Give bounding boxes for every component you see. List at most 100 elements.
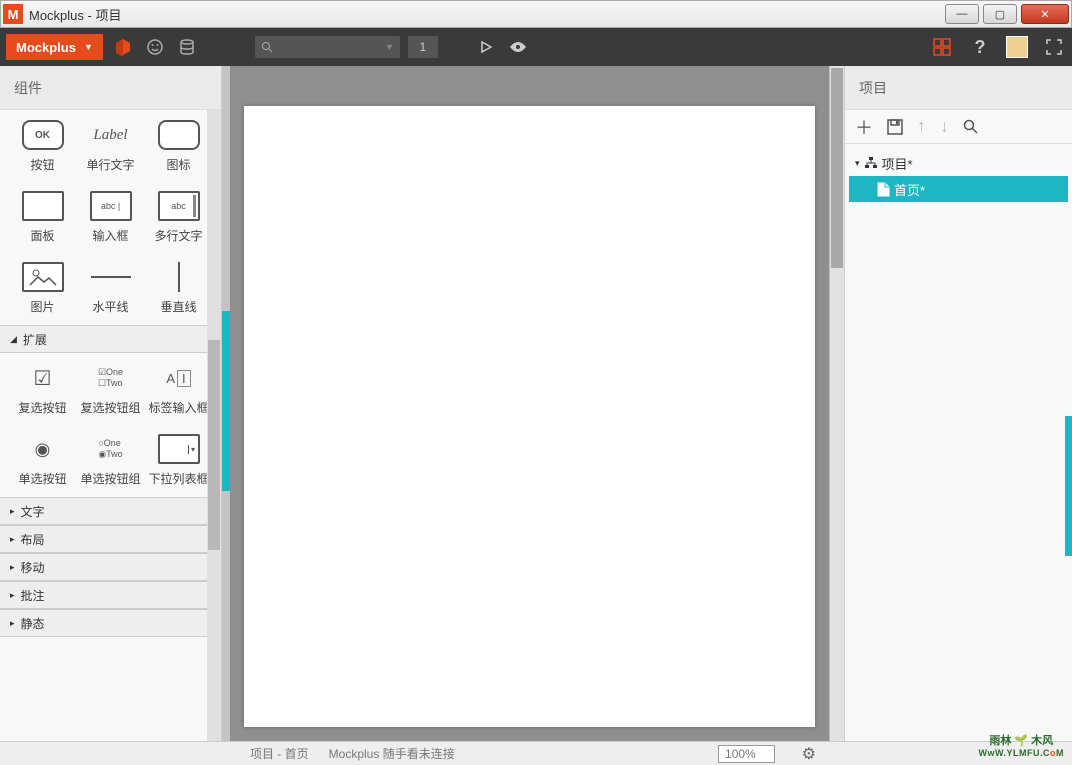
component-按钮[interactable]: OK按钮 <box>11 120 75 173</box>
section-label: 批注 <box>21 587 45 604</box>
section-文字[interactable]: ▸ 文字 <box>0 497 221 525</box>
gear-icon[interactable]: ⚙ <box>802 744 816 764</box>
status-path: 项目 - 首页 <box>250 745 309 762</box>
component-label: 图片 <box>30 298 54 315</box>
search-icon[interactable] <box>963 119 978 134</box>
component-下拉列表框[interactable]: ▾下拉列表框 <box>147 434 211 487</box>
component-输入框[interactable]: abc |输入框 <box>79 191 143 244</box>
arrow-up-icon[interactable]: ↑ <box>917 116 926 137</box>
tree-page-label: 首页* <box>894 180 925 199</box>
search-input[interactable]: ▼ <box>255 36 400 58</box>
component-label: 标签输入框 <box>148 399 208 416</box>
sitemap-icon <box>864 156 878 170</box>
zoom-value: 100% <box>718 745 775 763</box>
component-label: 面板 <box>30 227 54 244</box>
add-icon[interactable]: ＋ <box>855 114 873 140</box>
chevron-down-icon: ▾ <box>855 158 860 169</box>
scrollbar-thumb[interactable] <box>208 340 220 550</box>
component-标签输入框[interactable]: AI标签输入框 <box>147 363 211 416</box>
grid-icon[interactable] <box>930 35 954 59</box>
component-水平线[interactable]: 水平线 <box>79 262 143 315</box>
chevron-down-icon: ▼ <box>385 42 394 52</box>
section-静态[interactable]: ▸ 静态 <box>0 609 221 637</box>
chevron-down-icon: ◢ <box>10 334 17 345</box>
brand-label: Mockplus <box>16 40 76 55</box>
cube-icon[interactable] <box>111 35 135 59</box>
component-图片[interactable]: 图片 <box>11 262 75 315</box>
section-批注[interactable]: ▸ 批注 <box>0 581 221 609</box>
window-controls: — ▢ ✕ <box>945 4 1069 24</box>
component-label: 输入框 <box>92 227 128 244</box>
arrow-down-icon[interactable]: ↓ <box>940 116 949 137</box>
component-多行文字[interactable]: abc多行文字 <box>147 191 211 244</box>
eye-icon[interactable] <box>506 35 530 59</box>
user-avatar[interactable] <box>1006 36 1028 58</box>
component-图标[interactable]: 图标 <box>147 120 211 173</box>
component-label: 垂直线 <box>160 298 196 315</box>
save-icon[interactable] <box>887 119 903 135</box>
chevron-right-icon: ▸ <box>10 590 15 601</box>
database-icon[interactable] <box>175 35 199 59</box>
brand-menu[interactable]: Mockplus ▼ <box>6 34 103 60</box>
canvas-page[interactable] <box>244 106 815 727</box>
main-toolbar: Mockplus ▼ ▼ 1 ? <box>0 28 1072 66</box>
component-单行文字[interactable]: Label单行文字 <box>79 120 143 173</box>
component-label: 多行文字 <box>154 227 202 244</box>
components-sidebar: 组件 OK按钮Label单行文字图标面板 abc |输入框abc多行文字图片 水平线… <box>0 66 222 741</box>
canvas-area[interactable] <box>222 66 844 741</box>
chevron-right-icon: ▸ <box>10 562 15 573</box>
project-tree: ▾ 项目* 首页* <box>845 144 1072 741</box>
smile-icon[interactable] <box>143 35 167 59</box>
window-title: Mockplus - 项目 <box>29 5 945 24</box>
component-label: 水平线 <box>92 298 128 315</box>
scrollbar-thumb[interactable] <box>831 68 843 268</box>
component-垂直线[interactable]: 垂直线 <box>147 262 211 315</box>
component-label: 单行文字 <box>86 156 134 173</box>
chevron-right-icon: ▸ <box>10 534 15 545</box>
component-label: 单选按钮组 <box>80 470 140 487</box>
status-bar: 项目 - 首页 Mockplus 随手看未连接 100% ▼ ⚙ <box>0 741 1072 765</box>
project-sidebar: 项目 ＋ ↑ ↓ ▾ 项目* 首页* <box>844 66 1072 741</box>
chevron-right-icon: ▸ <box>10 506 15 517</box>
components-scroll: OK按钮Label单行文字图标面板 abc |输入框abc多行文字图片 水平线 垂直线… <box>0 110 221 741</box>
chevron-right-icon: ▸ <box>10 618 15 629</box>
help-icon[interactable]: ? <box>968 35 992 59</box>
maximize-button[interactable]: ▢ <box>983 4 1017 24</box>
component-label: 图标 <box>166 156 190 173</box>
sidebar-title: 组件 <box>0 66 221 110</box>
component-单选按钮[interactable]: ◉单选按钮 <box>11 434 75 487</box>
component-label: 复选按钮 <box>18 399 66 416</box>
project-tools: ＋ ↑ ↓ <box>845 110 1072 144</box>
project-title: 项目 <box>845 66 1072 110</box>
chevron-down-icon: ▼ <box>84 42 93 52</box>
minimize-button[interactable]: — <box>945 4 979 24</box>
fullscreen-icon[interactable] <box>1042 35 1066 59</box>
ruler-mark <box>222 311 230 491</box>
close-button[interactable]: ✕ <box>1021 4 1069 24</box>
component-label: 下拉列表框 <box>148 470 208 487</box>
app-icon: M <box>3 4 23 24</box>
tree-page[interactable]: 首页* <box>849 176 1068 202</box>
section-移动[interactable]: ▸ 移动 <box>0 553 221 581</box>
status-message: Mockplus 随手看未连接 <box>329 745 455 762</box>
component-复选按钮[interactable]: ☑复选按钮 <box>11 363 75 416</box>
component-label: 按钮 <box>30 156 54 173</box>
canvas-scrollbar[interactable] <box>829 66 844 741</box>
search-icon <box>261 41 273 53</box>
tree-root[interactable]: ▾ 项目* <box>849 150 1068 176</box>
component-label: 复选按钮组 <box>80 399 140 416</box>
play-icon[interactable] <box>474 35 498 59</box>
tree-root-label: 项目* <box>882 154 913 173</box>
main-area: 组件 OK按钮Label单行文字图标面板 abc |输入框abc多行文字图片 水平线… <box>0 66 1072 741</box>
section-extensions[interactable]: ◢ 扩展 <box>0 325 221 353</box>
section-布局[interactable]: ▸布局 <box>0 525 221 553</box>
zoom-control[interactable]: 100% ▼ <box>718 745 772 763</box>
component-面板[interactable]: 面板 <box>11 191 75 244</box>
section-label: 文字 <box>21 503 45 520</box>
section-label: 扩展 <box>23 331 47 348</box>
component-复选按钮组[interactable]: ☑One☐Two复选按钮组 <box>79 363 143 416</box>
component-单选按钮组[interactable]: ○One◉Two单选按钮组 <box>79 434 143 487</box>
section-label: 静态 <box>21 615 45 632</box>
page-count[interactable]: 1 <box>408 36 438 58</box>
section-label: 移动 <box>21 559 45 576</box>
